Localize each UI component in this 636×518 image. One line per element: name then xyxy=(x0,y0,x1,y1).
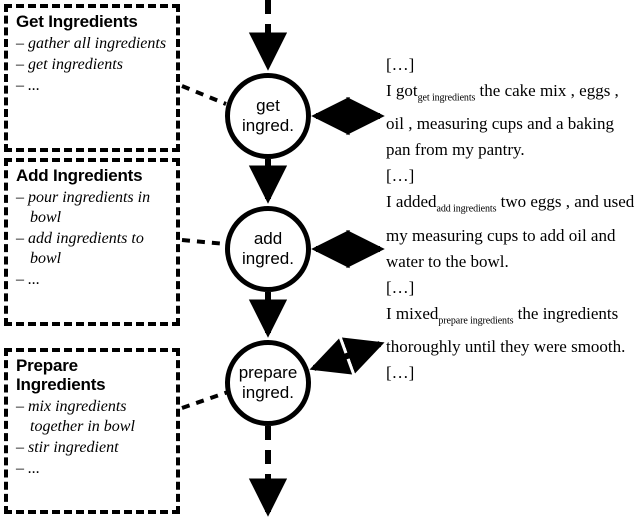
schema-list-item: – gather all ingredients xyxy=(16,35,167,52)
schema-list-item: – stir ingredient xyxy=(16,439,119,456)
schema-list-item: – ... xyxy=(16,460,40,477)
frame-subscript-label: add ingredients xyxy=(436,203,497,215)
schema-list-item: – add ingredients to bowl xyxy=(16,230,144,267)
node-prepare-ingredients: prepare ingred. xyxy=(225,340,311,426)
ellipsis-marker: […] xyxy=(386,363,415,383)
node-label-line2: ingred. xyxy=(242,383,294,402)
schema-list-item: – pour ingredients in bowl xyxy=(16,189,151,226)
schema-link-prepare xyxy=(181,390,229,410)
evidence-arrow-prepare xyxy=(309,337,385,375)
schema-list-item: – mix ingredients together in bowl xyxy=(16,398,135,435)
sentence-before-trigger: I got xyxy=(386,81,418,100)
schema-box-title: Add Ingredients xyxy=(16,166,143,185)
sentence-before-trigger: I added xyxy=(386,192,437,212)
schema-link-add xyxy=(181,238,227,246)
ellipsis-marker: […] xyxy=(386,55,415,74)
schema-box-add-ingredients: Add Ingredients – pour ingredients in bo… xyxy=(4,158,180,326)
ellipsis-marker: […] xyxy=(386,277,415,297)
schema-box-title: Get Ingredients xyxy=(16,12,138,31)
example-paragraph-get: I gotget ingredients the cake mix , eggs… xyxy=(386,78,636,163)
schema-item-list: – mix ingredients together in bowl – sti… xyxy=(16,397,170,479)
example-paragraph-add: I addedadd ingredients two eggs , and us… xyxy=(386,189,636,274)
example-paragraph-prepare: I mixedprepare ingredients the ingredien… xyxy=(386,301,636,360)
node-get-ingredients: get ingred. xyxy=(225,73,311,159)
sentence-before-trigger: I mixed xyxy=(386,303,439,323)
schema-box-title: Prepare Ingredients xyxy=(16,356,106,394)
node-label-line1: add xyxy=(253,229,283,248)
node-label-line2: ingred. xyxy=(242,116,294,135)
schema-box-prepare-ingredients: Prepare Ingredients – mix ingredients to… xyxy=(4,348,180,514)
schema-link-get xyxy=(181,84,227,106)
example-text-column: […] I gotget ingredients the cake mix , … xyxy=(386,52,636,386)
frame-subscript-label: get ingredients xyxy=(417,92,476,104)
schema-item-list: – gather all ingredients – get ingredien… xyxy=(16,34,170,96)
node-add-ingredients: add ingred. xyxy=(225,206,311,292)
schema-list-item: – ... xyxy=(16,77,40,94)
diagram-canvas: Get Ingredients – gather all ingredients… xyxy=(0,0,636,518)
node-label-line2: ingred. xyxy=(242,249,294,268)
node-label-line1: get xyxy=(256,96,280,115)
schema-list-item: – ... xyxy=(16,271,40,288)
node-label-line1: prepare xyxy=(238,363,298,382)
ellipsis-marker: […] xyxy=(386,166,415,186)
schema-box-get-ingredients: Get Ingredients – gather all ingredients… xyxy=(4,4,180,152)
frame-subscript-label: prepare ingredients xyxy=(438,315,514,327)
schema-list-item: – get ingredients xyxy=(16,56,123,73)
schema-item-list: – pour ingredients in bowl – add ingredi… xyxy=(16,188,170,290)
